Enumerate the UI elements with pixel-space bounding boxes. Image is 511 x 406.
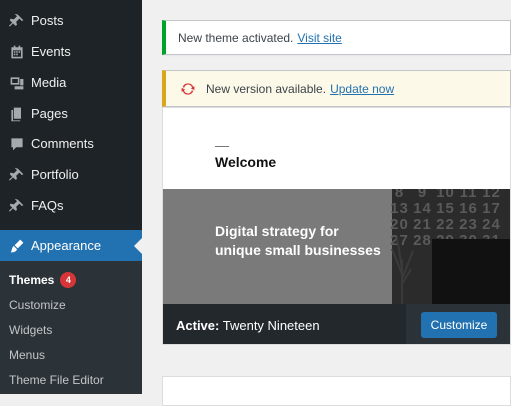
- menu-label: Appearance: [31, 238, 102, 253]
- submenu-item-customize[interactable]: Customize: [9, 294, 66, 316]
- theme-actions: Customize: [406, 304, 510, 344]
- notice-text: New version available.: [206, 81, 327, 96]
- submenu-item-theme-file-editor[interactable]: Theme File Editor: [9, 369, 104, 391]
- update-now-link[interactable]: Update now: [330, 82, 394, 96]
- menu-item-faqs[interactable]: FAQs: [0, 190, 142, 221]
- submenu-label: Themes: [9, 273, 55, 287]
- active-theme-card[interactable]: Welcome 8 9 10 11 12 13 14 15 16 17 20 21 22 23 24 2…: [162, 107, 511, 345]
- pin-icon: [7, 196, 27, 216]
- calendar-row: 13 14 15 16 17: [390, 200, 501, 217]
- submenu-item-themes[interactable]: Themes 4: [9, 269, 77, 291]
- pin-icon: [7, 165, 27, 185]
- submenu-label: Theme File Editor: [9, 373, 104, 387]
- customize-button[interactable]: Customize: [420, 312, 498, 338]
- theme-name-text: Twenty Nineteen: [222, 317, 320, 333]
- pin-icon: [7, 11, 27, 31]
- active-arrow: [134, 237, 142, 254]
- theme-card[interactable]: [162, 376, 511, 406]
- submenu-label: Widgets: [9, 323, 53, 337]
- submenu-item-widgets[interactable]: Widgets: [9, 319, 52, 341]
- menu-item-media[interactable]: Media: [0, 67, 142, 98]
- menu-label: Events: [31, 44, 71, 59]
- menu-item-appearance[interactable]: Appearance: [0, 230, 142, 261]
- appearance-submenu: Themes 4 Customize Widgets Menus Theme F…: [0, 261, 142, 394]
- theme-activated-notice: New theme activated. Visit site: [162, 20, 511, 55]
- plant-image: [391, 236, 414, 304]
- sync-icon: [181, 82, 195, 95]
- active-label: Active:: [176, 317, 220, 333]
- menu-item-comments[interactable]: Comments: [0, 128, 142, 159]
- menu-item-portfolio[interactable]: Portfolio: [0, 159, 142, 190]
- theme-footer: Active: Twenty Nineteen Customize: [163, 304, 510, 344]
- menu-label: FAQs: [31, 198, 64, 213]
- hero-line: Digital strategy for: [215, 223, 339, 239]
- submenu-label: Customize: [9, 298, 66, 312]
- visit-site-link[interactable]: Visit site: [297, 31, 341, 45]
- media-icon: [7, 73, 27, 93]
- preview-hero: 89101112 1314151617 2021222324 272829303…: [163, 189, 510, 304]
- theme-screenshot: Welcome 8 9 10 11 12 13 14 15 16 17 20 21 22 23 24 2…: [163, 108, 510, 304]
- menu-item-events[interactable]: Events: [0, 36, 142, 67]
- preview-welcome-heading: Welcome: [215, 154, 277, 170]
- update-count-badge: 4: [60, 272, 77, 288]
- preview-hero-text: Digital strategy for unique small busine…: [215, 222, 381, 260]
- submenu-label: Menus: [9, 348, 46, 362]
- notice-text: New theme activated.: [178, 30, 294, 45]
- update-available-notice: New version available. Update now: [162, 70, 511, 107]
- calendar-icon: [7, 42, 27, 62]
- preview-divider: [215, 146, 229, 147]
- menu-label: Pages: [31, 106, 68, 121]
- brush-icon: [7, 236, 27, 256]
- menu-item-pages[interactable]: Pages: [0, 98, 142, 129]
- menu-label: Posts: [31, 13, 64, 28]
- menu-label: Portfolio: [31, 167, 79, 182]
- hero-line: unique small businesses: [215, 242, 381, 258]
- menu-label: Media: [31, 75, 67, 90]
- admin-sidebar: Posts Events Media Pages Comments Portfo…: [0, 0, 142, 394]
- submenu-item-menus[interactable]: Menus: [9, 344, 45, 366]
- comment-icon: [7, 134, 27, 154]
- menu-item-posts[interactable]: Posts: [0, 5, 142, 36]
- monitor-image: [432, 239, 510, 304]
- page-icon: [7, 104, 27, 124]
- theme-name: Active: Twenty Nineteen: [176, 318, 320, 333]
- menu-label: Comments: [31, 136, 94, 151]
